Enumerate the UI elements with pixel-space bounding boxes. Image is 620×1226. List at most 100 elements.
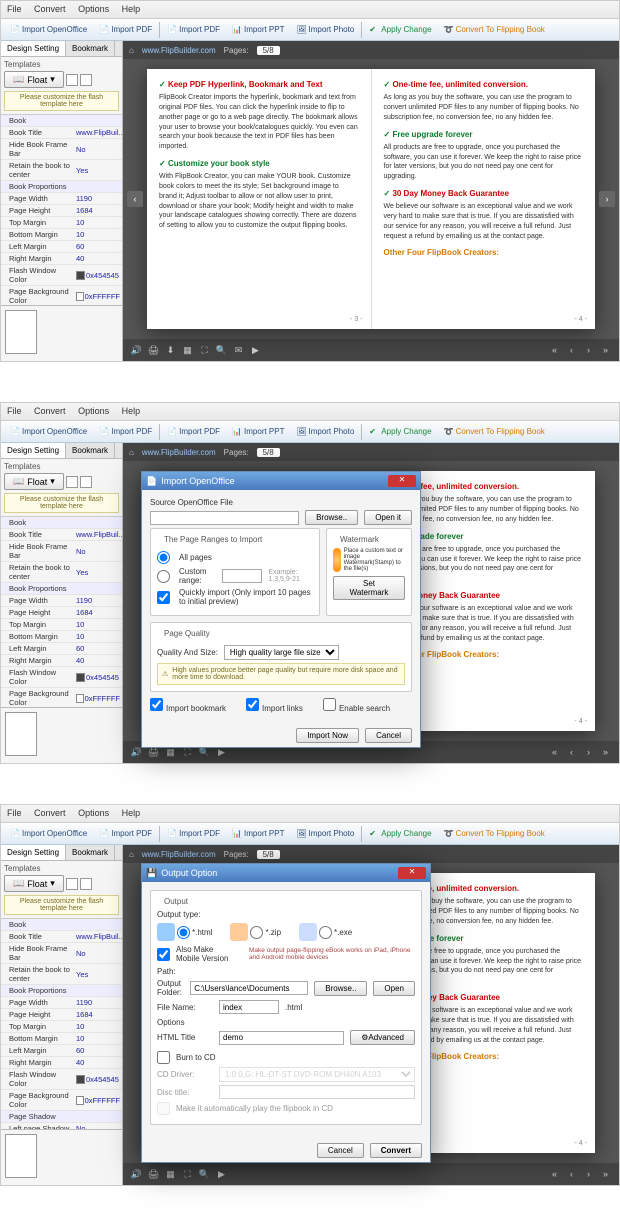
first-page-icon[interactable]: « — [549, 1169, 560, 1180]
next-page-icon[interactable]: › — [583, 747, 594, 758]
import-links-checkbox[interactable] — [246, 698, 259, 711]
property-row[interactable]: Left Margin60 — [1, 643, 122, 655]
property-row[interactable]: Hide Book Frame BarNo — [1, 541, 122, 562]
property-row[interactable]: Right Margin40 — [1, 1057, 122, 1069]
cancel-button[interactable]: Cancel — [317, 1143, 364, 1158]
color-swatch[interactable] — [76, 292, 84, 301]
property-row[interactable]: Left Margin60 — [1, 241, 122, 253]
print-icon[interactable]: 🖨 — [148, 747, 159, 758]
template-thumb-2[interactable] — [80, 878, 92, 890]
property-value[interactable]: 40 — [76, 1058, 120, 1067]
tab-bookmark[interactable]: Bookmark — [66, 443, 115, 458]
property-row[interactable]: Book Titlewww.FlipBuil... — [1, 529, 122, 541]
next-page-icon[interactable]: › — [583, 345, 594, 356]
property-row[interactable]: Hide Book Frame BarNo — [1, 943, 122, 964]
property-row[interactable]: Flash Window Color0x454545 — [1, 667, 122, 688]
property-value[interactable]: 10 — [76, 632, 120, 641]
property-value[interactable]: www.FlipBuil... — [76, 128, 120, 137]
property-value[interactable]: www.FlipBuil... — [76, 932, 120, 941]
property-row[interactable]: Bottom Margin10 — [1, 1033, 122, 1045]
convert-book-button[interactable]: ➰Convert To Flipping Book — [439, 826, 550, 842]
tab-design-setting[interactable]: Design Setting — [1, 41, 66, 56]
advanced-button[interactable]: ⚙Advanced — [350, 1030, 415, 1045]
property-row[interactable]: Page Background Color0xFFFFFF — [1, 286, 122, 305]
dialog-title-bar[interactable]: 💾 Output Option ✕ — [142, 864, 430, 882]
output-exe-radio[interactable] — [319, 926, 332, 939]
import-pdf-button[interactable]: 📄Import PDF — [94, 424, 157, 440]
color-swatch[interactable] — [76, 1096, 84, 1105]
book-page-right[interactable]: ✓ One-time fee, unlimited conversion. As… — [372, 69, 596, 329]
property-row[interactable]: Flash Window Color0x454545 — [1, 265, 122, 286]
template-thumb-1[interactable] — [66, 476, 78, 488]
import-pdf-button-2[interactable]: 📄Import PDF — [162, 424, 225, 440]
property-row[interactable]: Bottom Margin10 — [1, 631, 122, 643]
menu-help[interactable]: Help — [122, 406, 141, 416]
import-bookmark-checkbox[interactable] — [150, 698, 163, 711]
tab-bookmark[interactable]: Bookmark — [66, 41, 115, 56]
property-value[interactable]: 1684 — [76, 1010, 120, 1019]
menu-options[interactable]: Options — [78, 406, 109, 416]
property-value[interactable]: 1684 — [76, 608, 120, 617]
property-row[interactable]: Hide Book Frame BarNo — [1, 139, 122, 160]
zoom-icon[interactable]: 🔍 — [216, 345, 227, 356]
property-value[interactable]: 10 — [76, 218, 120, 227]
tab-design-setting[interactable]: Design Setting — [1, 845, 66, 860]
menu-help[interactable]: Help — [122, 808, 141, 818]
page-counter[interactable]: 5/8 — [257, 850, 280, 859]
import-pdf-button-2[interactable]: 📄Import PDF — [162, 826, 225, 842]
close-icon[interactable]: ✕ — [398, 867, 426, 879]
apply-change-button[interactable]: ✔Apply Change — [364, 424, 436, 440]
file-name-input[interactable] — [219, 1000, 279, 1014]
property-value[interactable]: 0xFFFFFF — [76, 694, 120, 703]
import-pdf-button[interactable]: 📄Import PDF — [94, 22, 157, 38]
property-value[interactable]: 10 — [76, 1034, 120, 1043]
output-zip-radio[interactable] — [250, 926, 263, 939]
property-value[interactable]: 40 — [76, 656, 120, 665]
last-page-icon[interactable]: » — [600, 1169, 611, 1180]
template-thumb-2[interactable] — [80, 476, 92, 488]
property-value[interactable]: Yes — [76, 970, 120, 979]
import-ppt-button[interactable]: 📊Import PPT — [227, 826, 289, 842]
property-row[interactable]: Retain the book to centerYes — [1, 562, 122, 583]
property-row[interactable]: Page Background Color0xFFFFFF — [1, 1090, 122, 1111]
property-row[interactable]: Book Proportions — [1, 985, 122, 997]
property-row[interactable]: Top Margin10 — [1, 217, 122, 229]
property-value[interactable]: 1684 — [76, 206, 120, 215]
property-row[interactable]: Flash Window Color0x454545 — [1, 1069, 122, 1090]
enable-search-checkbox[interactable] — [323, 698, 336, 711]
property-value[interactable]: 60 — [76, 242, 120, 251]
property-row[interactable]: Bottom Margin10 — [1, 229, 122, 241]
property-row[interactable]: Book Titlewww.FlipBuil... — [1, 931, 122, 943]
property-value[interactable]: 40 — [76, 254, 120, 263]
html-title-input[interactable] — [219, 1031, 344, 1045]
fullscreen-icon[interactable]: ⛶ — [182, 1169, 193, 1180]
close-icon[interactable]: ✕ — [388, 475, 416, 487]
import-now-button[interactable]: Import Now — [296, 728, 359, 743]
menu-convert[interactable]: Convert — [34, 4, 66, 14]
custom-range-input[interactable] — [222, 569, 262, 583]
output-folder-input[interactable] — [190, 981, 308, 995]
import-ppt-button[interactable]: 📊Import PPT — [227, 424, 289, 440]
customize-link[interactable]: Please customize the flash template here — [4, 895, 119, 915]
customize-link[interactable]: Please customize the flash template here — [4, 493, 119, 513]
import-ppt-button[interactable]: 📊Import PPT — [227, 22, 289, 38]
browse-button[interactable]: Browse.. — [314, 981, 367, 996]
property-value[interactable]: 0x454545 — [76, 1075, 120, 1084]
autoplay-icon[interactable]: ▶ — [216, 747, 227, 758]
last-page-icon[interactable]: » — [600, 345, 611, 356]
menu-file[interactable]: File — [7, 406, 22, 416]
last-page-icon[interactable]: » — [600, 747, 611, 758]
property-value[interactable]: 60 — [76, 1046, 120, 1055]
property-grid[interactable]: BookBook Titlewww.FlipBuil...Hide Book F… — [1, 919, 122, 1129]
template-thumb-2[interactable] — [80, 74, 92, 86]
preview-thumb[interactable] — [5, 1134, 37, 1178]
menu-options[interactable]: Options — [78, 808, 109, 818]
property-value[interactable]: Yes — [76, 166, 120, 175]
import-photo-button[interactable]: 🖼Import Photo — [291, 424, 359, 440]
open-button[interactable]: Open it — [364, 510, 412, 525]
thumbnails-icon[interactable]: ▦ — [182, 345, 193, 356]
print-icon[interactable]: 🖨 — [148, 345, 159, 356]
property-row[interactable]: Top Margin10 — [1, 619, 122, 631]
sound-icon[interactable]: 🔊 — [131, 1169, 142, 1180]
template-thumb-1[interactable] — [66, 878, 78, 890]
